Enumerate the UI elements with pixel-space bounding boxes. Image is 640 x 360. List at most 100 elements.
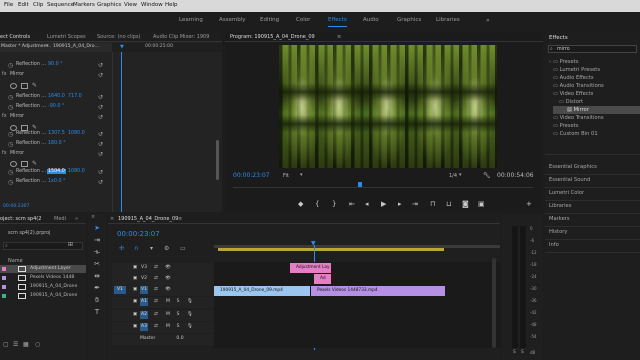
menu-help[interactable]: Help	[165, 2, 178, 8]
tree-item-presets-2[interactable]: ▭ Presets	[553, 123, 578, 129]
fit-dropdown[interactable]: Fit	[283, 173, 289, 179]
track-label[interactable]: V1	[140, 286, 148, 294]
tab-audio-clip-mixer[interactable]: Audio Clip Mixer: 1909	[153, 34, 209, 40]
tree-item-mirror-selected[interactable]: ▤ Mirror	[553, 106, 640, 114]
panel-libraries[interactable]: Libraries	[549, 203, 571, 209]
panel-essential-sound[interactable]: Essential Sound	[549, 177, 590, 183]
hand-tool-icon[interactable]: ✋︎	[92, 295, 102, 305]
property-value-y[interactable]: 1080.0	[68, 131, 85, 136]
stopwatch-icon[interactable]: ◷	[8, 141, 13, 148]
workspace-assembly[interactable]: Assembly	[219, 17, 246, 23]
property-value-x[interactable]: 1307.5	[48, 131, 65, 136]
stopwatch-icon[interactable]: ◷	[8, 62, 13, 69]
panel-info[interactable]: Info	[549, 242, 559, 248]
solo-button[interactable]: S	[174, 298, 182, 306]
reset-icon[interactable]: ↺	[98, 62, 103, 69]
add-marker-icon[interactable]: ▾	[150, 245, 153, 252]
clip-adjustment-layer-v2[interactable]: Ad	[314, 274, 331, 284]
go-to-in-icon[interactable]: ⇤	[349, 200, 355, 208]
lock-icon[interactable]: ▣	[131, 311, 139, 319]
timeline-scrollbar[interactable]	[492, 258, 496, 348]
more-workspaces-icon[interactable]: »	[486, 17, 490, 24]
ripple-edit-tool-icon[interactable]: ⟛	[92, 247, 102, 257]
lock-icon[interactable]: ▣	[131, 275, 139, 283]
type-tool-icon[interactable]: T	[92, 307, 102, 317]
effect-header[interactable]: fx Mirror ↺	[0, 72, 215, 82]
menu-file[interactable]: File	[4, 2, 13, 8]
mark-in-icon[interactable]: {	[315, 200, 319, 208]
microphone-icon[interactable]: 🎙︎	[186, 298, 194, 306]
sync-lock-icon[interactable]: ⇄	[152, 275, 160, 283]
track-area[interactable]	[214, 262, 500, 348]
lift-icon[interactable]: ⊓	[430, 200, 435, 208]
tree-item-video-transitions[interactable]: ▭ Video Transitions	[553, 115, 604, 121]
stopwatch-icon[interactable]: ◷	[8, 131, 13, 138]
step-back-icon[interactable]: ◂	[365, 200, 369, 208]
tab-media-browser[interactable]: Medi	[54, 216, 66, 222]
track-label[interactable]: A3	[140, 323, 148, 331]
program-timecode[interactable]: 00:00:23:07	[233, 172, 270, 179]
resolution-dropdown[interactable]: 1/4	[449, 173, 457, 179]
slip-tool-icon[interactable]: ⇹	[92, 271, 102, 281]
reset-icon[interactable]: ↺	[98, 141, 103, 148]
menu-sequence[interactable]: Sequence	[47, 2, 74, 8]
list-item-selected[interactable]: Adjustment Layer	[0, 265, 86, 273]
workspace-effects[interactable]: Effects	[328, 17, 347, 27]
add-button-icon[interactable]: +	[526, 200, 532, 208]
rectangle-mask-icon[interactable]	[21, 161, 28, 167]
tab-lumetri-scopes[interactable]: Lumetri Scopes	[47, 34, 86, 40]
effect-header[interactable]: fx Mirror ↺	[0, 114, 215, 124]
eye-icon[interactable]: 👁︎	[164, 264, 172, 272]
reset-icon[interactable]: ↺	[98, 131, 103, 138]
snap-icon[interactable]: ✣	[119, 245, 124, 252]
go-to-out-icon[interactable]: ⇥	[412, 200, 418, 208]
timeline-title[interactable]: 190915_A_04_Drone_09	[118, 216, 178, 222]
menu-clip[interactable]: Clip	[33, 2, 43, 8]
filter-icon[interactable]: ⊞	[68, 241, 73, 248]
workspace-color[interactable]: Color	[296, 17, 310, 23]
clip-pexels[interactable]: Pexels Videos 1448733.mp4	[311, 286, 445, 296]
property-value[interactable]: 1x0.0 °	[48, 179, 65, 184]
sync-lock-icon[interactable]: ⇄	[152, 298, 160, 306]
wrench-icon[interactable]: 🔧︎	[483, 172, 491, 179]
reset-icon[interactable]: ↺	[98, 94, 103, 101]
pen-mask-icon[interactable]: ✎	[32, 124, 37, 131]
reset-icon[interactable]: ↺	[98, 72, 103, 79]
resolution-chevron-icon[interactable]: ▾	[459, 172, 462, 178]
sync-lock-icon[interactable]: ⇄	[152, 264, 160, 272]
linked-selection-icon[interactable]: ∩	[134, 245, 138, 252]
tree-item-custom-bin[interactable]: ▭ Custom Bin 01	[553, 131, 598, 137]
tree-item-audio-transitions[interactable]: ▭ Audio Transitions	[553, 83, 604, 89]
captions-icon[interactable]: ▭	[180, 245, 186, 252]
comparison-view-icon[interactable]: ▣	[478, 200, 485, 208]
master-value[interactable]: 0.0	[174, 335, 186, 343]
stopwatch-icon[interactable]: ◷	[8, 169, 13, 176]
timeline-ruler[interactable]: ▼	[214, 241, 500, 255]
more-tabs-icon[interactable]: »	[75, 216, 78, 222]
track-label[interactable]: A1	[140, 298, 148, 306]
selection-tool-icon[interactable]: ➤	[92, 223, 102, 233]
zoom-slider-icon[interactable]: ○	[35, 341, 40, 348]
effects-title[interactable]: Effects	[549, 35, 568, 41]
panel-lumetri-color[interactable]: Lumetri Color	[549, 190, 584, 196]
sync-lock-icon[interactable]: ⇄	[152, 286, 160, 294]
rectangle-mask-icon[interactable]	[21, 83, 28, 89]
tab-effect-controls[interactable]: ect Controls	[0, 34, 30, 40]
panel-history[interactable]: History	[549, 229, 567, 235]
mute-button[interactable]: M	[164, 298, 172, 306]
solo-button[interactable]: S	[174, 323, 182, 331]
tree-item-lumetri-presets[interactable]: ▭ Lumetri Presets	[553, 67, 600, 73]
program-title[interactable]: Program: 190915_A_04_Drone_09	[230, 34, 315, 40]
workspace-graphics[interactable]: Graphics	[397, 17, 421, 23]
panel-menu-icon[interactable]: ≡	[178, 216, 182, 222]
work-area-bar[interactable]	[218, 248, 444, 251]
fx-toggle-icon[interactable]: fx	[2, 72, 7, 77]
wrench-icon[interactable]: ⚙	[164, 245, 169, 252]
fx-toggle-icon[interactable]: fx	[2, 151, 7, 156]
solo-left-button[interactable]: S	[513, 350, 516, 355]
close-icon[interactable]: ×	[110, 216, 114, 222]
clip-adjustment-layer-v3[interactable]: Adjustment Lay	[290, 263, 331, 273]
property-value-y[interactable]: 717.0	[68, 94, 82, 99]
eye-icon[interactable]: 👁︎	[164, 286, 172, 294]
microphone-icon[interactable]: 🎙︎	[186, 311, 194, 319]
